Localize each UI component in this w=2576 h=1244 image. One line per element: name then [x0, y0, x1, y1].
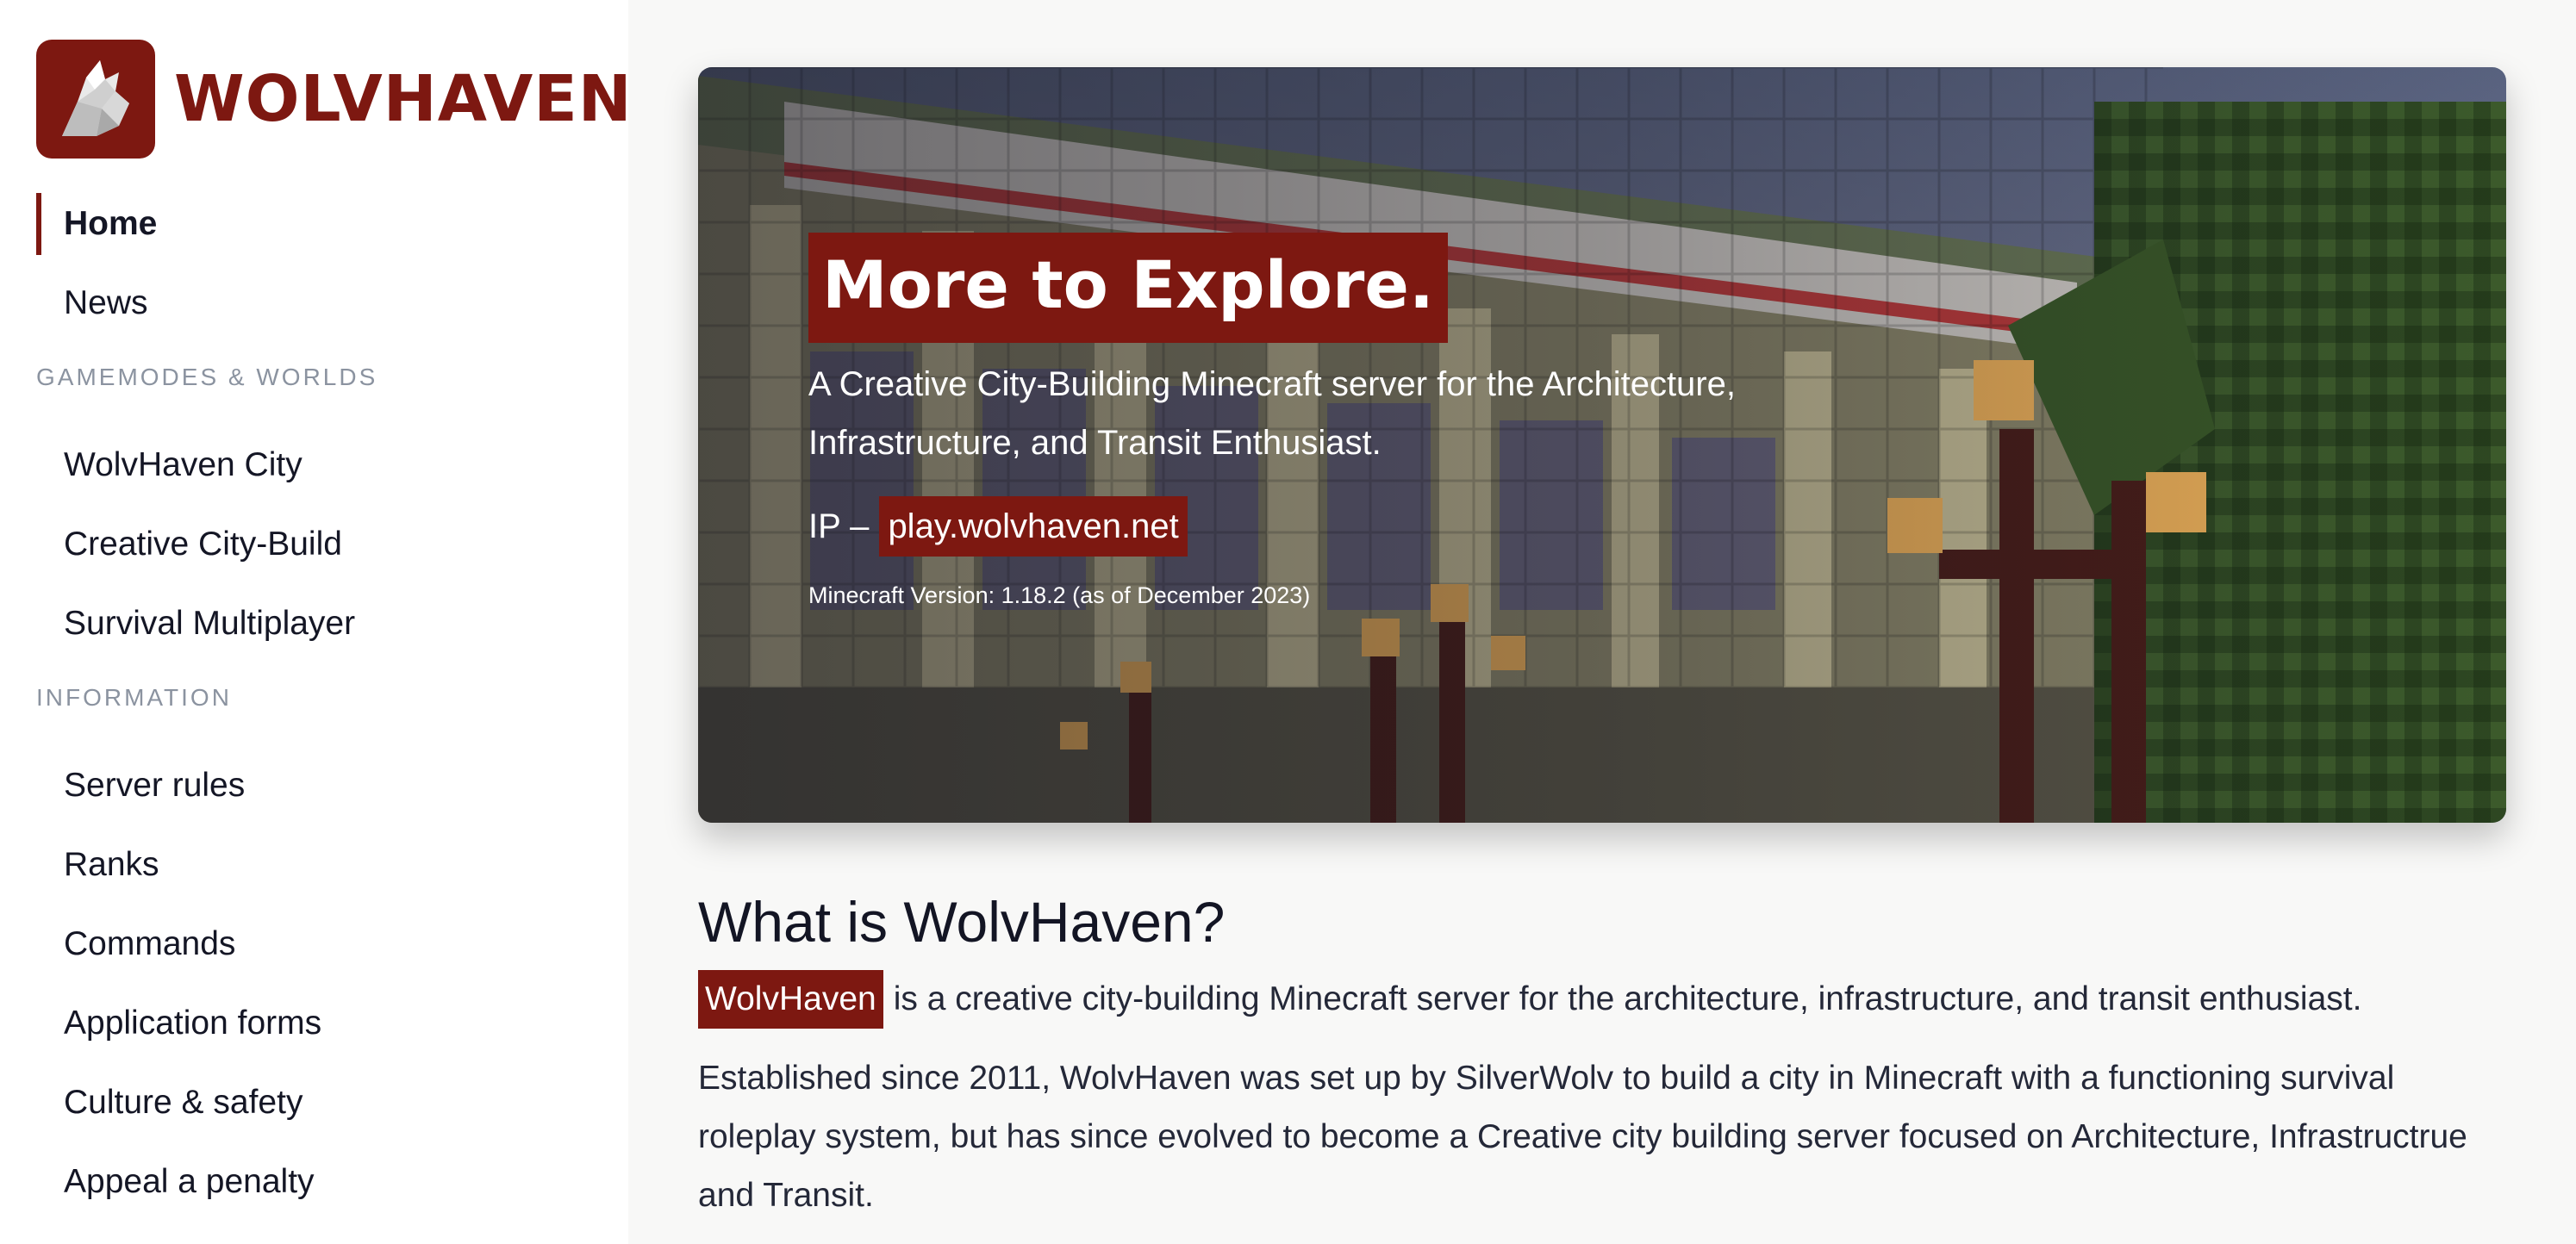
sidebar-item-ranks[interactable]: Ranks — [36, 825, 588, 905]
sidebar-item-creative-city-build[interactable]: Creative City-Build — [36, 505, 588, 584]
sidebar-item-server-rules[interactable]: Server rules — [36, 746, 588, 825]
intro-paragraph: WolvHaven is a creative city-building Mi… — [698, 970, 2508, 1029]
logo-text: WOLVHAVEN — [174, 62, 633, 136]
sidebar-item-commands[interactable]: Commands — [36, 905, 588, 984]
article: What is WolvHaven? WolvHaven is a creati… — [698, 879, 2508, 1225]
sidebar: WOLVHAVEN Home News GAMEMODES & WORLDS W… — [0, 0, 632, 1244]
history-paragraph: Established since 2011, WolvHaven was se… — [698, 1060, 2467, 1214]
hero-subtitle: A Creative City-Building Minecraft serve… — [808, 365, 1736, 462]
sidebar-item-news[interactable]: News — [36, 264, 588, 343]
hero-ip-row: IP – play.wolvhaven.net — [808, 496, 1756, 557]
section-heading-gamemodes: GAMEMODES & WORLDS — [36, 364, 378, 390]
hero-content: More to Explore. A Creative City-Buildin… — [808, 233, 1756, 609]
hero-title: More to Explore. — [808, 233, 1448, 343]
intro-text: is a creative city-building Minecraft se… — [893, 980, 2362, 1017]
sidebar-item-survival-multiplayer[interactable]: Survival Multiplayer — [36, 584, 588, 663]
sidebar-item-wolvhaven-city[interactable]: WolvHaven City — [36, 426, 588, 505]
wolf-head-icon — [36, 40, 155, 159]
sidebar-item-application-forms[interactable]: Application forms — [36, 984, 588, 1063]
brand-highlight: WolvHaven — [698, 970, 883, 1029]
logo-link[interactable]: WOLVHAVEN — [36, 40, 633, 159]
sidebar-item-appeal-penalty[interactable]: Appeal a penalty — [36, 1142, 588, 1222]
sidebar-item-home[interactable]: Home — [36, 184, 588, 264]
sidebar-item-culture-safety[interactable]: Culture & safety — [36, 1063, 588, 1142]
sidebar-nav: Home News GAMEMODES & WORLDS WolvHaven C… — [36, 184, 588, 1222]
minecraft-version: Minecraft Version: 1.18.2 (as of Decembe… — [808, 582, 1311, 608]
hero-banner: More to Explore. A Creative City-Buildin… — [698, 67, 2506, 823]
server-ip-link[interactable]: play.wolvhaven.net — [879, 496, 1188, 557]
page-heading: What is WolvHaven? — [698, 890, 1226, 954]
section-heading-information: INFORMATION — [36, 684, 232, 711]
ip-label: IP – — [808, 507, 870, 545]
